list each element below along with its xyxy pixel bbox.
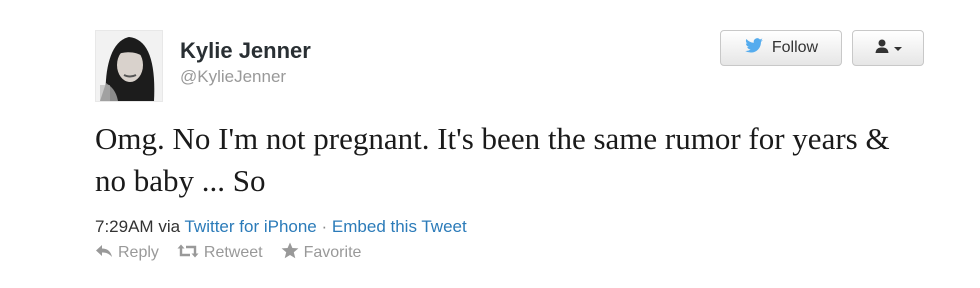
meta-separator: · bbox=[321, 217, 328, 236]
star-icon bbox=[281, 242, 299, 264]
reply-icon bbox=[95, 244, 113, 263]
favorite-button[interactable]: Favorite bbox=[281, 242, 362, 264]
favorite-label: Favorite bbox=[303, 244, 362, 261]
user-actions-button[interactable] bbox=[852, 30, 924, 66]
reply-button[interactable]: Reply bbox=[95, 244, 159, 263]
follow-button[interactable]: Follow bbox=[720, 30, 842, 66]
retweet-icon bbox=[177, 244, 199, 263]
retweet-button[interactable]: Retweet bbox=[177, 244, 263, 263]
via-label: via bbox=[158, 217, 181, 236]
tweet-text: Omg. No I'm not pregnant. It's been the … bbox=[95, 121, 890, 198]
author-name[interactable]: Kylie Jenner bbox=[180, 38, 311, 64]
tweet-time[interactable]: 7:29AM bbox=[95, 217, 154, 236]
source-link[interactable]: Twitter for iPhone bbox=[184, 217, 316, 236]
avatar[interactable] bbox=[95, 30, 163, 102]
user-icon bbox=[874, 38, 890, 59]
tweet-card: Kylie Jenner @KylieJenner Follow Omg. No… bbox=[0, 0, 980, 288]
author-block: Kylie Jenner @KylieJenner bbox=[180, 38, 311, 88]
reply-label: Reply bbox=[118, 244, 159, 261]
tweet-actions: Reply Retweet Favorite bbox=[95, 242, 379, 264]
chevron-down-icon bbox=[894, 39, 902, 57]
bird-icon bbox=[744, 37, 764, 59]
author-handle[interactable]: @KylieJenner bbox=[180, 66, 311, 88]
embed-link[interactable]: Embed this Tweet bbox=[332, 217, 467, 236]
retweet-label: Retweet bbox=[203, 244, 263, 261]
follow-label: Follow bbox=[771, 39, 819, 56]
tweet-meta: 7:29AM via Twitter for iPhone · Embed th… bbox=[95, 216, 467, 238]
